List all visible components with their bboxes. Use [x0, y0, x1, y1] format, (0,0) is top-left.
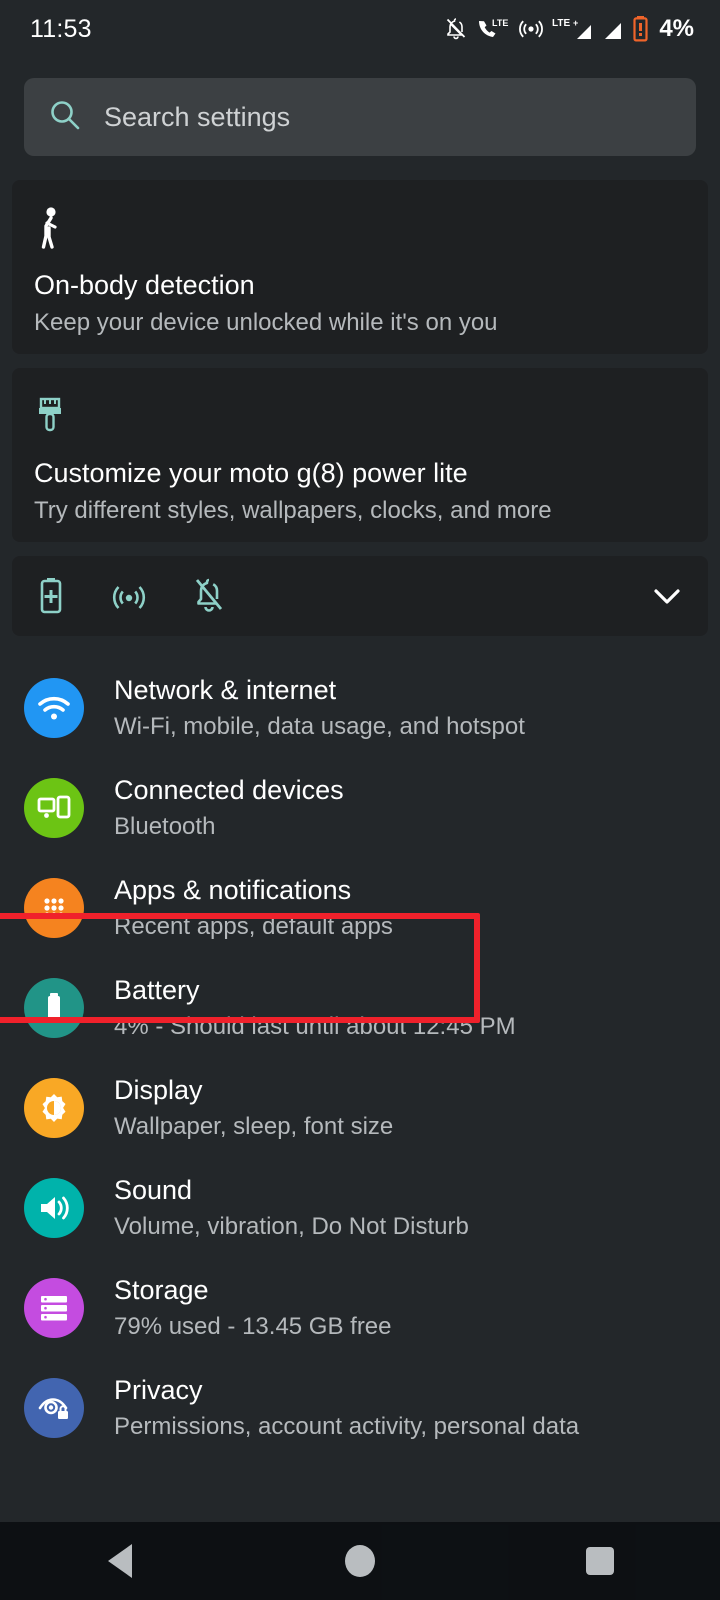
settings-row-storage[interactable]: Storage 79% used - 13.45 GB free	[0, 1258, 720, 1358]
settings-row-title: Sound	[114, 1175, 193, 1206]
settings-row-subtitle: 4% - Should last until about 12:45 PM	[114, 1012, 516, 1040]
settings-row-title: Connected devices	[114, 775, 344, 806]
settings-row-title: Privacy	[114, 1375, 203, 1406]
settings-row-title: Display	[114, 1075, 203, 1106]
settings-row-subtitle: Permissions, account activity, personal …	[114, 1412, 580, 1440]
settings-row-connected-devices[interactable]: Connected devices Bluetooth	[0, 758, 720, 858]
brightness-icon	[24, 1078, 84, 1138]
suggestion-card-customize-device[interactable]: Customize your moto g(8) power lite Try …	[12, 368, 708, 542]
bell-off-icon[interactable]	[192, 576, 226, 616]
apps-grid-icon	[24, 878, 84, 938]
settings-row-subtitle: Recent apps, default apps	[114, 912, 393, 940]
settings-row-privacy[interactable]: Privacy Permissions, account activity, p…	[0, 1358, 720, 1458]
card-subtitle: Try different styles, wallpapers, clocks…	[34, 497, 552, 524]
walking-person-icon	[34, 206, 686, 252]
settings-row-subtitle: Bluetooth	[114, 812, 216, 840]
suggestion-card-on-body-detection[interactable]: On-body detection Keep your device unloc…	[12, 180, 708, 354]
back-triangle-icon	[108, 1544, 132, 1578]
settings-row-text: Storage 79% used - 13.45 GB free	[114, 1274, 392, 1342]
status-clock: 11:53	[30, 14, 92, 43]
settings-row-display[interactable]: Display Wallpaper, sleep, font size	[0, 1058, 720, 1158]
search-section: Search settings	[0, 58, 720, 156]
chevron-down-icon[interactable]	[650, 584, 684, 608]
battery-percent-label: 4%	[659, 15, 694, 42]
settings-row-sound[interactable]: Sound Volume, vibration, Do Not Disturb	[0, 1158, 720, 1258]
settings-row-title: Battery	[114, 975, 200, 1006]
battery-low-icon	[632, 15, 649, 43]
settings-row-title: Storage	[114, 1275, 209, 1306]
navigation-bar	[0, 1522, 720, 1600]
settings-row-text: Sound Volume, vibration, Do Not Disturb	[114, 1174, 469, 1242]
battery-icon	[24, 978, 84, 1038]
search-input[interactable]: Search settings	[24, 78, 696, 156]
svg-text:LTE: LTE	[492, 18, 508, 28]
svg-text:LTE: LTE	[552, 18, 570, 29]
speaker-icon	[24, 1178, 84, 1238]
wifi-icon	[24, 678, 84, 738]
recents-button[interactable]	[540, 1522, 660, 1600]
settings-row-network-internet[interactable]: Network & internet Wi-Fi, mobile, data u…	[0, 658, 720, 758]
back-button[interactable]	[60, 1522, 180, 1600]
paintbrush-icon	[34, 394, 686, 440]
settings-row-apps-notifications[interactable]: Apps & notifications Recent apps, defaul…	[0, 858, 720, 958]
status-bar: 11:53 LTE LTE + 4%	[0, 0, 720, 58]
svg-text:+: +	[573, 18, 578, 28]
storage-icon	[24, 1278, 84, 1338]
settings-row-subtitle: 79% used - 13.45 GB free	[114, 1312, 392, 1340]
settings-row-title: Network & internet	[114, 675, 337, 706]
hotspot-icon	[518, 16, 544, 42]
status-icons: LTE LTE + 4%	[444, 15, 694, 43]
settings-row-subtitle: Volume, vibration, Do Not Disturb	[114, 1212, 469, 1240]
hotspot-icon[interactable]	[110, 577, 148, 615]
privacy-eye-lock-icon	[24, 1378, 84, 1438]
settings-row-subtitle: Wi-Fi, mobile, data usage, and hotspot	[114, 712, 525, 740]
settings-row-text: Battery 4% - Should last until about 12:…	[114, 974, 516, 1042]
suggestion-cards: On-body detection Keep your device unloc…	[0, 156, 720, 636]
settings-row-text: Network & internet Wi-Fi, mobile, data u…	[114, 674, 525, 742]
settings-row-subtitle: Wallpaper, sleep, font size	[114, 1112, 394, 1140]
card-title: Customize your moto g(8) power lite	[34, 458, 468, 488]
card-subtitle: Keep your device unlocked while it's on …	[34, 309, 498, 336]
signal-bars-icon	[600, 15, 624, 43]
card-title: On-body detection	[34, 270, 255, 300]
search-icon	[48, 98, 82, 137]
home-circle-icon	[345, 1545, 375, 1577]
settings-list: Network & internet Wi-Fi, mobile, data u…	[0, 636, 720, 1458]
home-button[interactable]	[300, 1522, 420, 1600]
settings-row-text: Display Wallpaper, sleep, font size	[114, 1074, 393, 1142]
call-lte-icon: LTE	[476, 16, 510, 42]
quick-toggle-strip[interactable]	[12, 556, 708, 636]
search-placeholder: Search settings	[104, 101, 291, 132]
settings-row-text: Apps & notifications Recent apps, defaul…	[114, 874, 393, 942]
recents-square-icon	[586, 1547, 614, 1575]
settings-row-title: Apps & notifications	[114, 875, 352, 906]
settings-row-battery[interactable]: Battery 4% - Should last until about 12:…	[0, 958, 720, 1058]
settings-row-text: Privacy Permissions, account activity, p…	[114, 1374, 579, 1442]
devices-icon	[24, 778, 84, 838]
lte-signal-icon: LTE +	[552, 15, 592, 43]
settings-row-text: Connected devices Bluetooth	[114, 774, 344, 842]
battery-saver-icon[interactable]	[36, 576, 66, 616]
quick-toggle-icons	[36, 576, 650, 616]
bell-off-icon	[444, 16, 468, 42]
